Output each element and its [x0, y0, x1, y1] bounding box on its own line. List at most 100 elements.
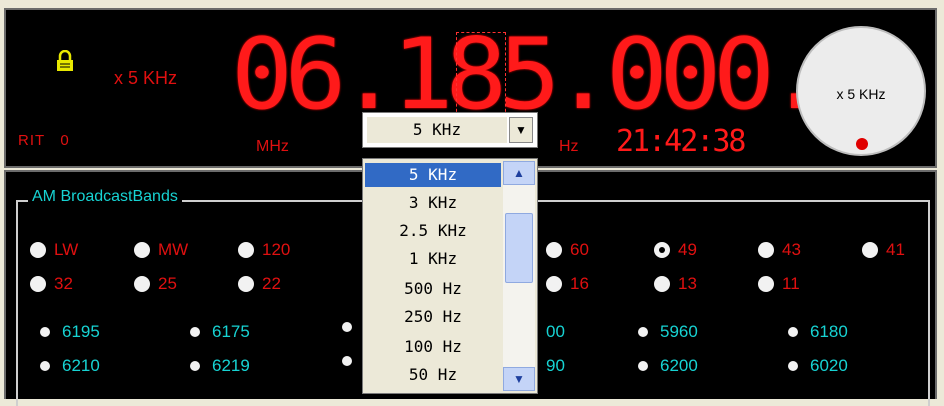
- radio-icon: [30, 276, 46, 292]
- dropdown-scrollbar[interactable]: ▲ ▼: [503, 161, 535, 391]
- station-label: 6180: [810, 322, 848, 341]
- station-item[interactable]: 6210: [40, 356, 100, 376]
- step-size-dropdown-list[interactable]: 5 KHz 3 KHz 2.5 KHz 1 KHz 500 Hz 250 Hz …: [362, 158, 538, 394]
- step-size-label: x 5 KHz: [114, 68, 178, 88]
- station-item[interactable]: 6200: [638, 356, 698, 376]
- station-item[interactable]: 00: [546, 322, 565, 342]
- radio-icon: [654, 276, 670, 292]
- band-mw[interactable]: MW: [134, 240, 188, 260]
- bullet-icon: [638, 327, 648, 337]
- station-label: 5960: [660, 322, 698, 341]
- hz-unit-label: Hz: [559, 138, 579, 155]
- bullet-icon: [788, 327, 798, 337]
- station-label: 6020: [810, 356, 848, 375]
- band-label: LW: [54, 240, 79, 259]
- radio-icon: [758, 242, 774, 258]
- rit-value: 0: [60, 132, 70, 149]
- band-49[interactable]: 49: [654, 240, 697, 260]
- station-label: 6200: [660, 356, 698, 375]
- band-13[interactable]: 13: [654, 274, 697, 294]
- rit-readout[interactable]: RIT 0: [18, 132, 70, 149]
- station-item[interactable]: 6020: [788, 356, 848, 376]
- band-43[interactable]: 43: [758, 240, 801, 260]
- bullet-icon: [638, 361, 648, 371]
- station-item[interactable]: 6175: [190, 322, 250, 342]
- station-label: 00: [546, 322, 565, 341]
- station-item[interactable]: [342, 356, 364, 366]
- clock-readout: 21:42:38: [616, 124, 746, 159]
- bullet-icon: [40, 327, 50, 337]
- rit-label: RIT: [18, 132, 45, 149]
- station-item[interactable]: [342, 322, 364, 332]
- band-label: 32: [54, 274, 73, 293]
- station-item[interactable]: 6219: [190, 356, 250, 376]
- radio-icon: [238, 242, 254, 258]
- bullet-icon: [342, 322, 352, 332]
- bullet-icon: [40, 361, 50, 371]
- digit-cursor: [456, 32, 506, 122]
- mhz-unit-label: MHz: [256, 138, 289, 155]
- scroll-thumb[interactable]: [505, 213, 533, 283]
- bullet-icon: [788, 361, 798, 371]
- tuning-knob[interactable]: x 5 KHz: [796, 26, 926, 156]
- band-label: 41: [886, 240, 905, 259]
- step-size-select-value: 5 KHz: [367, 117, 507, 143]
- radio-icon: [134, 276, 150, 292]
- knob-marker: [856, 138, 868, 150]
- step-option[interactable]: 50 Hz: [365, 363, 501, 387]
- bullet-icon: [190, 361, 200, 371]
- frequency-readout[interactable]: 06.185.000.0: [231, 20, 882, 130]
- band-label: 22: [262, 274, 281, 293]
- station-item[interactable]: 5960: [638, 322, 698, 342]
- step-option[interactable]: 2.5 KHz: [365, 219, 501, 243]
- station-item[interactable]: 6195: [40, 322, 100, 342]
- band-60[interactable]: 60: [546, 240, 589, 260]
- station-label: 6195: [62, 322, 100, 341]
- station-label: 6210: [62, 356, 100, 375]
- knob-step-label: x 5 KHz: [836, 86, 886, 102]
- band-lw[interactable]: LW: [30, 240, 78, 260]
- scroll-down-icon[interactable]: ▼: [503, 367, 535, 391]
- dropdown-arrow-button[interactable]: ▼: [509, 117, 533, 143]
- step-size-select[interactable]: 5 KHz ▼: [362, 112, 538, 148]
- station-item[interactable]: 6180: [788, 322, 848, 342]
- band-label: 25: [158, 274, 177, 293]
- band-label: 13: [678, 274, 697, 293]
- step-option[interactable]: 500 Hz: [365, 277, 501, 301]
- radio-icon: [758, 276, 774, 292]
- band-32[interactable]: 32: [30, 274, 73, 294]
- radio-icon: [134, 242, 150, 258]
- radio-selected-icon: [654, 242, 670, 258]
- bullet-icon: [190, 327, 200, 337]
- station-label: 90: [546, 356, 565, 375]
- band-11[interactable]: 11: [758, 274, 800, 294]
- station-label: 6219: [212, 356, 250, 375]
- band-label: 60: [570, 240, 589, 259]
- band-label: 16: [570, 274, 589, 293]
- band-22[interactable]: 22: [238, 274, 281, 294]
- band-label: MW: [158, 240, 189, 259]
- radio-icon: [30, 242, 46, 258]
- step-option[interactable]: 3 KHz: [365, 191, 501, 215]
- step-option[interactable]: 1 KHz: [365, 247, 501, 271]
- radio-icon: [238, 276, 254, 292]
- step-option[interactable]: 5 KHz: [365, 163, 501, 187]
- band-label: 11: [782, 274, 800, 293]
- radio-icon: [546, 242, 562, 258]
- band-label: 49: [678, 240, 697, 259]
- radio-icon: [862, 242, 878, 258]
- step-option[interactable]: 250 Hz: [365, 305, 501, 329]
- band-label: 43: [782, 240, 801, 259]
- band-120[interactable]: 120: [238, 240, 290, 260]
- lock-icon[interactable]: [56, 50, 74, 72]
- step-option[interactable]: 100 Hz: [365, 335, 501, 359]
- station-label: 6175: [212, 322, 250, 341]
- band-label: 120: [262, 240, 291, 259]
- scroll-up-icon[interactable]: ▲: [503, 161, 535, 185]
- band-25[interactable]: 25: [134, 274, 177, 294]
- bands-group-title: AM BroadcastBands: [28, 188, 182, 206]
- band-41[interactable]: 41: [862, 240, 905, 260]
- station-item[interactable]: 90: [546, 356, 565, 376]
- band-16[interactable]: 16: [546, 274, 589, 294]
- bullet-icon: [342, 356, 352, 366]
